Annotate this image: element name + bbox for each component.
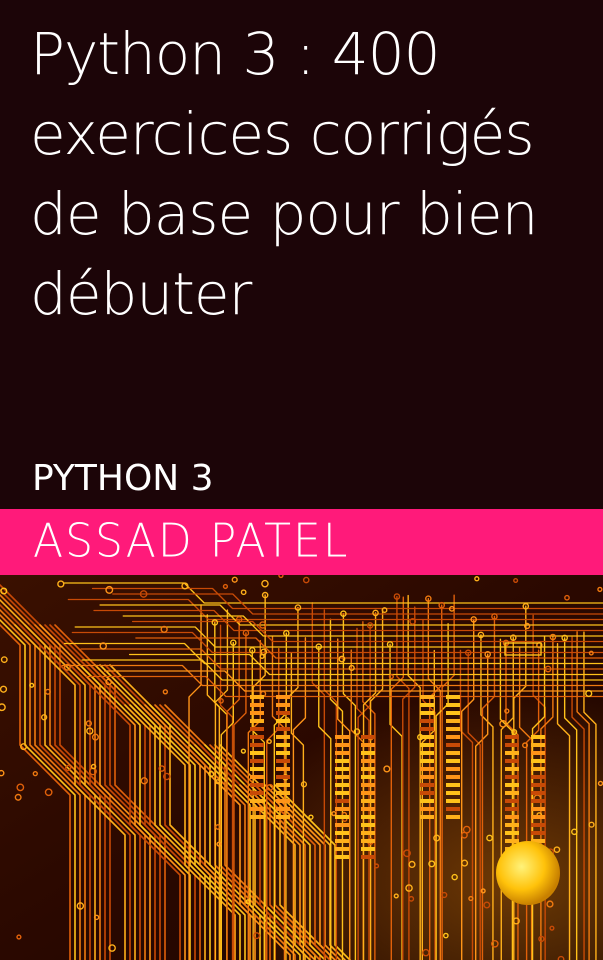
- circuit-board-illustration: [0, 575, 603, 960]
- book-title: Python 3 : 400 exercices corrigés de bas…: [30, 20, 538, 328]
- book-cover: Python 3 : 400 exercices corrigés de bas…: [0, 0, 603, 960]
- circuit-board-icon: [0, 575, 603, 960]
- title-block: Python 3 : 400 exercices corrigés de bas…: [0, 0, 603, 450]
- solder-ball-icon: [496, 841, 560, 905]
- author-band: ASSAD PATEL: [0, 509, 603, 575]
- author-name: ASSAD PATEL: [33, 514, 350, 569]
- series-label: PYTHON 3: [32, 458, 214, 499]
